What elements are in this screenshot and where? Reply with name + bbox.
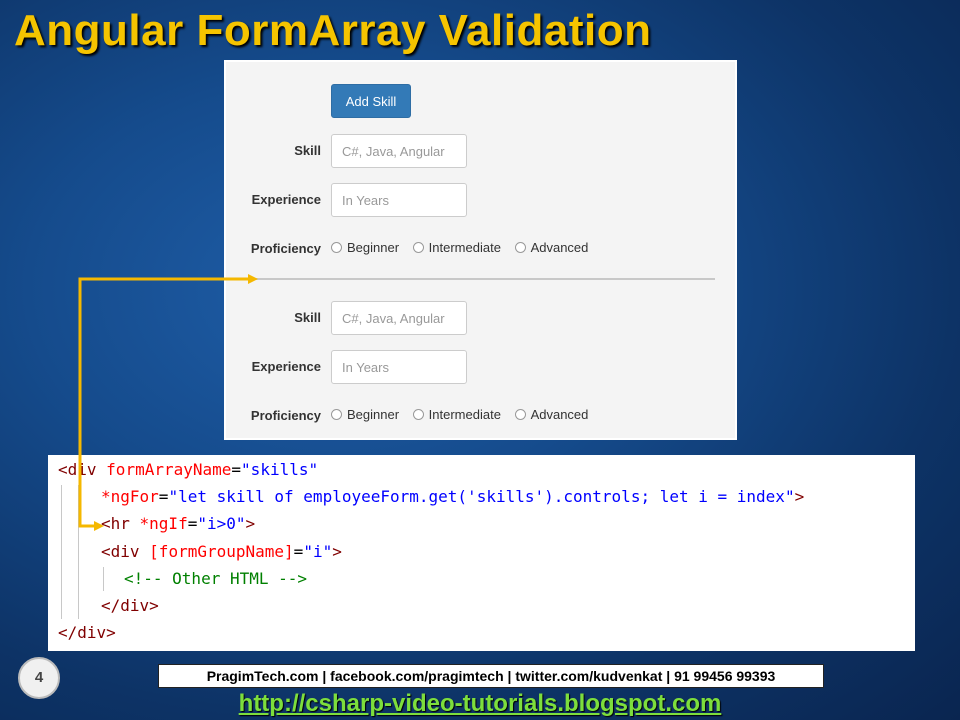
arrow-head-right-icon (94, 521, 104, 531)
footer-blog-link[interactable]: http://csharp-video-tutorials.blogspot.c… (0, 690, 960, 718)
connector-arrow (78, 274, 258, 531)
connector-line (78, 277, 254, 528)
footer-contact-bar: PragimTech.com | facebook.com/pragimtech… (158, 664, 824, 688)
arrow-head-right-icon (248, 274, 258, 284)
